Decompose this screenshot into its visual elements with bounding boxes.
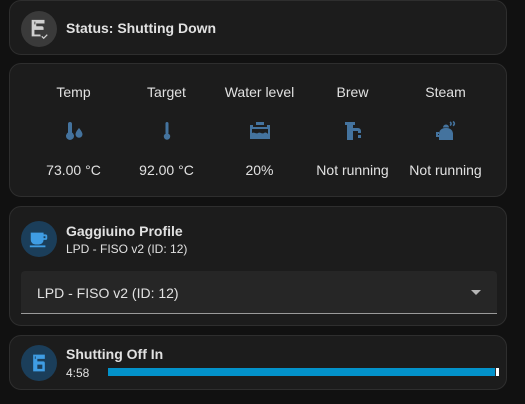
profile-subtitle: LPD - FISO v2 (ID: 12) xyxy=(66,242,188,256)
glance-item-target[interactable]: Target 92.00 °C xyxy=(120,64,213,198)
glance-value: Not running xyxy=(409,162,482,178)
glance-name: Steam xyxy=(425,84,466,100)
coffee-cup-icon xyxy=(21,221,57,257)
coffee-maker-check-icon xyxy=(21,11,57,47)
timer-progress-fill xyxy=(108,368,496,376)
water-tank-icon xyxy=(213,119,306,143)
coffee-maker-icon xyxy=(21,345,57,381)
timer-progress-marker xyxy=(496,368,499,376)
glance-item-temp[interactable]: Temp 73.00 °C xyxy=(27,64,120,198)
timer-remaining: 4:58 xyxy=(66,366,90,380)
status-title: Status: Shutting Down xyxy=(66,20,217,36)
thermometer-icon xyxy=(120,119,213,143)
thermometer-water-icon xyxy=(27,119,120,143)
profile-card: Gaggiuino Profile LPD - FISO v2 (ID: 12)… xyxy=(9,206,507,326)
glance-name: Temp xyxy=(56,84,91,100)
profile-title: Gaggiuino Profile xyxy=(66,223,183,239)
glance-value: Not running xyxy=(316,162,389,178)
timer-card: Shutting Off In 4:58 xyxy=(9,335,507,390)
glance-item-steam[interactable]: Steam Not running xyxy=(399,64,492,198)
glance-value: 20% xyxy=(245,162,274,178)
timer-title: Shutting Off In xyxy=(66,346,164,362)
glance-card: Temp 73.00 °C Target 92.00 °C Water leve… xyxy=(9,63,507,197)
glance-value: 92.00 °C xyxy=(139,162,194,178)
glance-name: Brew xyxy=(336,84,369,100)
glance-item-brew[interactable]: Brew Not running xyxy=(306,64,399,198)
profile-select[interactable]: LPD - FISO v2 (ID: 12) xyxy=(21,271,497,314)
kettle-steam-icon xyxy=(399,119,492,143)
chevron-down-icon xyxy=(471,290,481,295)
water-pump-icon xyxy=(306,119,399,143)
glance-value: 73.00 °C xyxy=(46,162,101,178)
status-card[interactable]: Status: Shutting Down xyxy=(9,0,507,55)
profile-select-value: LPD - FISO v2 (ID: 12) xyxy=(37,285,179,301)
timer-progress-bar xyxy=(108,368,499,376)
glance-item-water-level[interactable]: Water level 20% xyxy=(213,64,306,198)
glance-name: Water level xyxy=(224,84,295,100)
glance-name: Target xyxy=(147,84,186,100)
